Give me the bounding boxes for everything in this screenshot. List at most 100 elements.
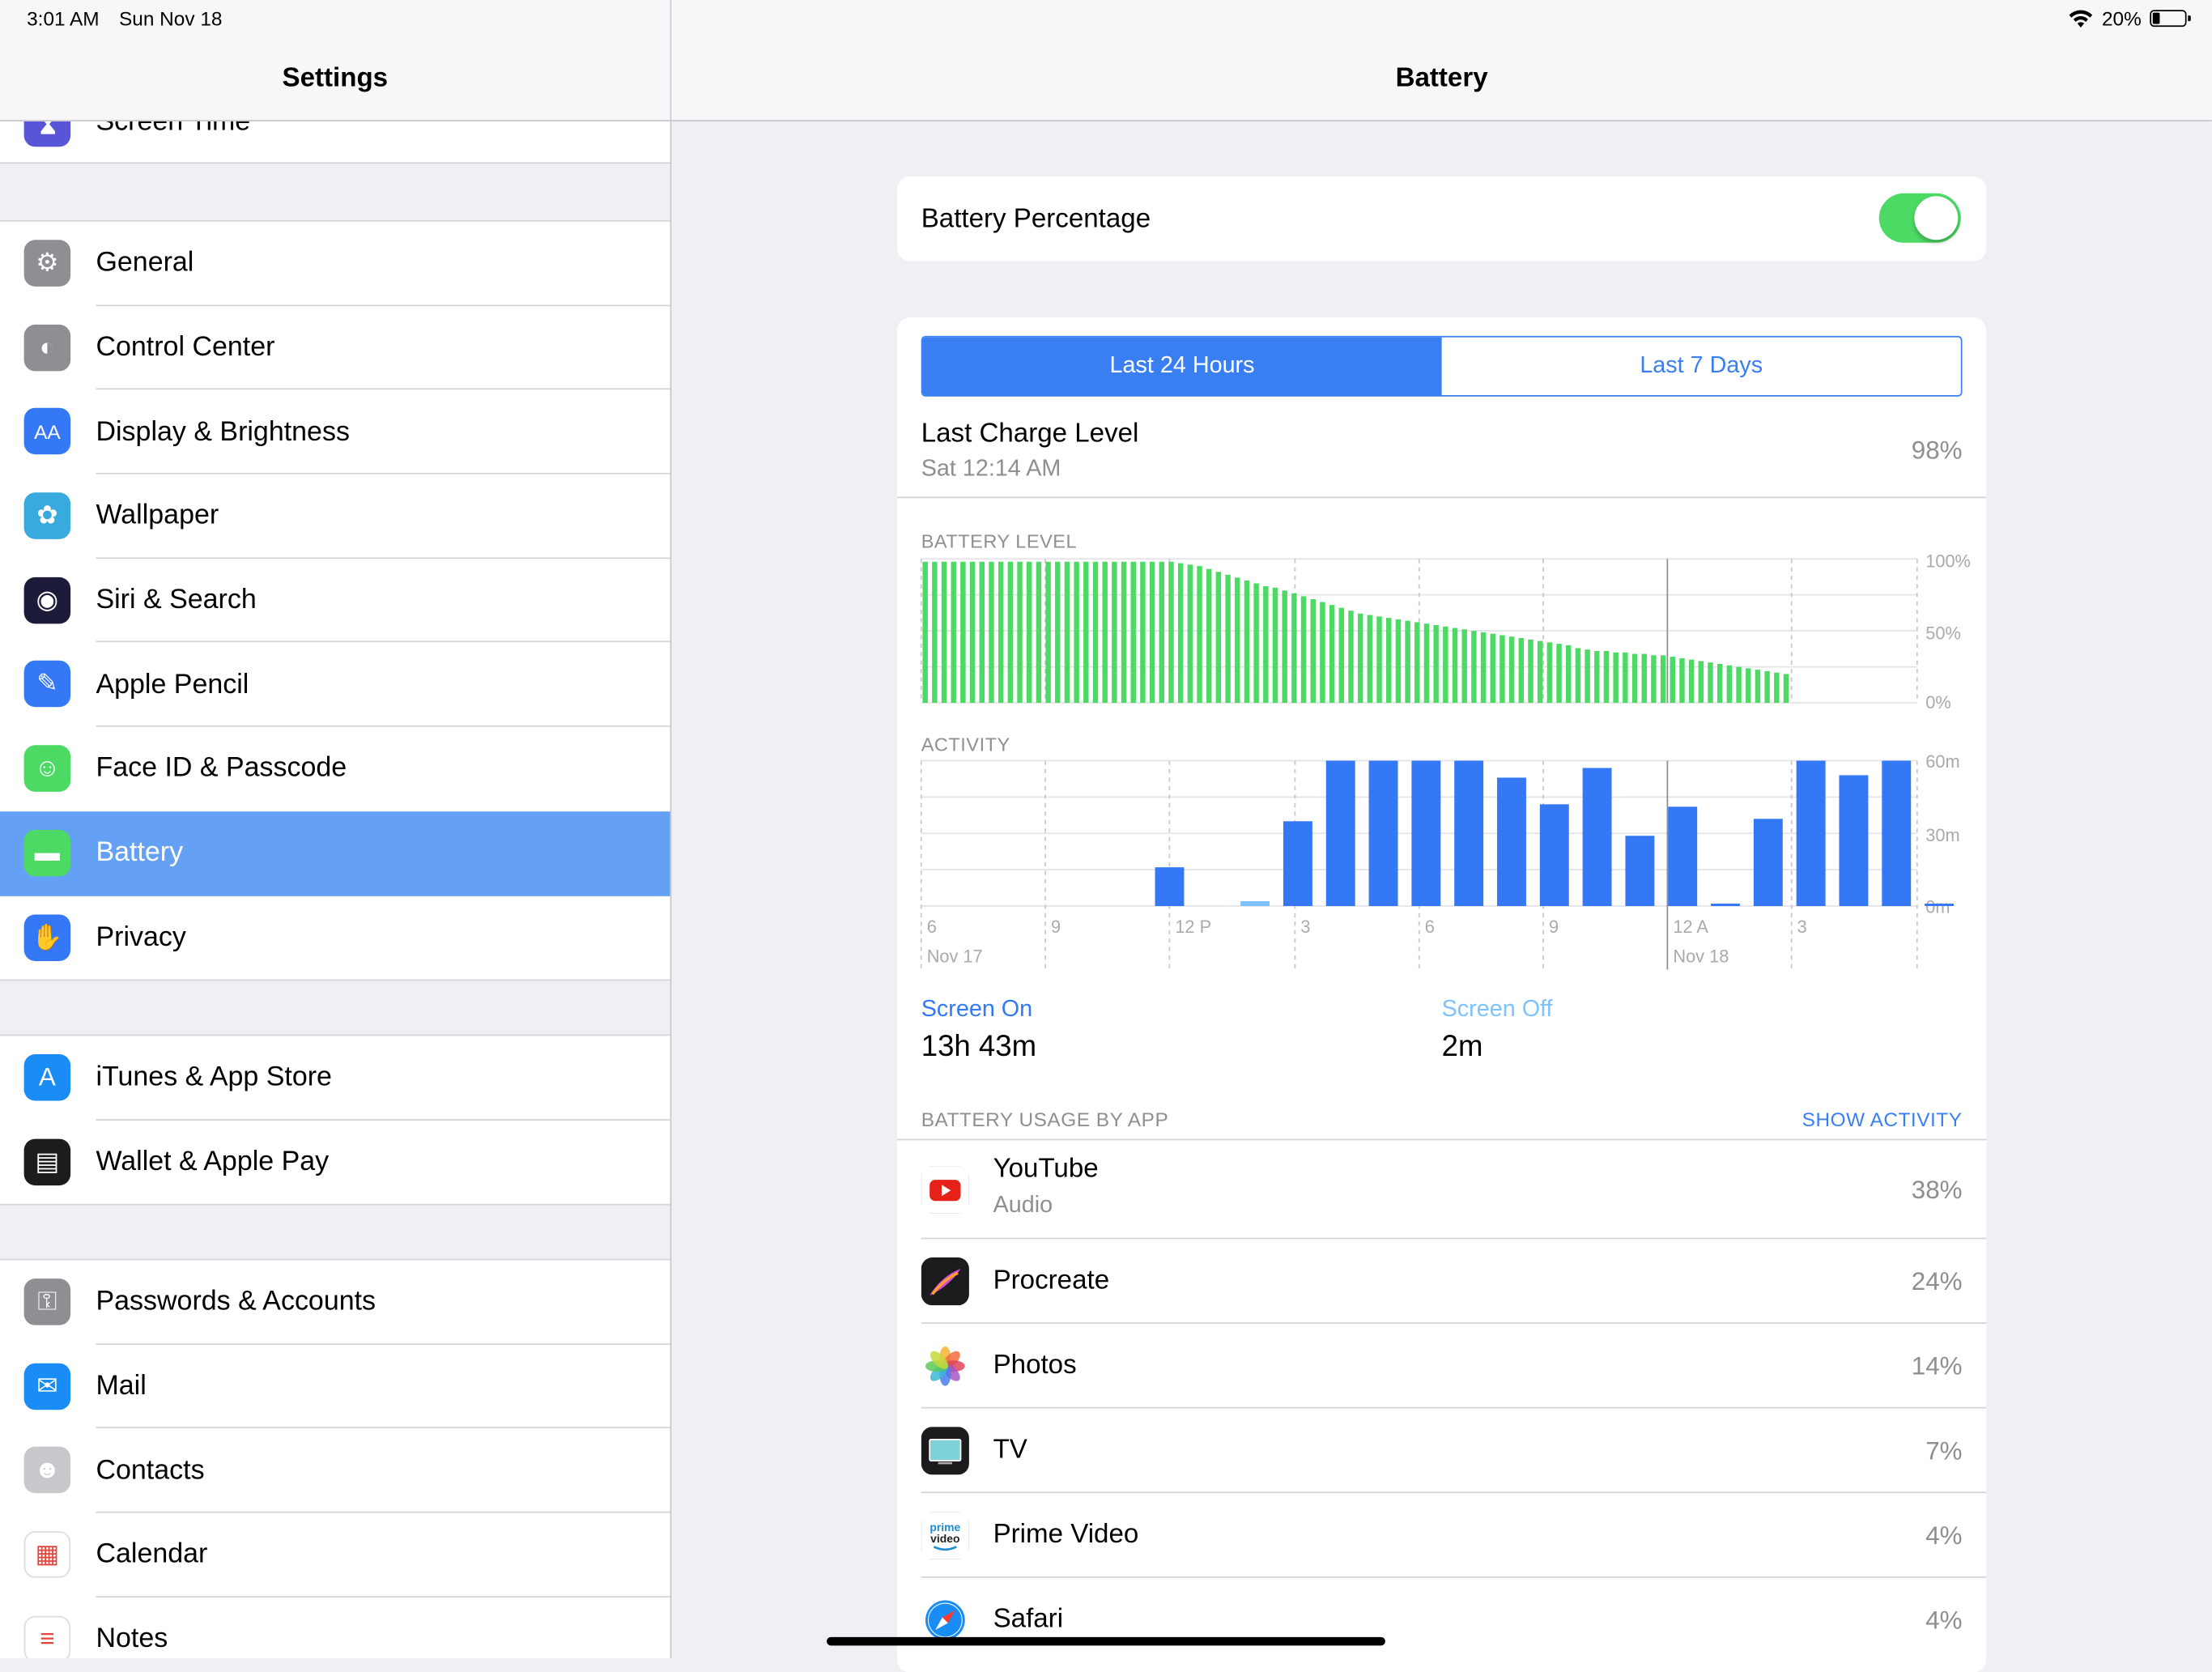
sidebar-item-label: Face ID & Passcode — [96, 752, 347, 785]
sidebar-item-passwords-accounts[interactable]: ⚿ Passwords & Accounts — [0, 1260, 670, 1345]
app-name: Photos — [993, 1351, 1077, 1381]
battery-level-bar — [1140, 561, 1146, 704]
battery-level-bar — [1036, 561, 1042, 704]
battery-level-bar — [1367, 615, 1373, 704]
status-date: Sun Nov 18 — [119, 6, 223, 30]
battery-level-bar — [1716, 664, 1723, 704]
battery-level-bar — [989, 561, 994, 704]
app-usage-percent: 24% — [1911, 1267, 1963, 1296]
battery-level-bar — [1774, 672, 1780, 704]
sidebar-item-label: iTunes & App Store — [96, 1061, 332, 1093]
battery-level-bar — [1423, 623, 1430, 704]
activity-caption: ACTIVITY — [921, 734, 1010, 755]
wallet-icon: ▤ — [23, 1138, 71, 1185]
activity-bar — [1454, 760, 1484, 907]
sidebar-item-mail[interactable]: ✉ Mail — [0, 1345, 670, 1429]
calendar-icon: ▦ — [23, 1531, 71, 1578]
y-tick-label: 60m — [1925, 751, 1959, 772]
sidebar-item-label: Calendar — [96, 1538, 208, 1570]
sidebar-item-contacts[interactable]: ☻ Contacts — [0, 1429, 670, 1513]
app-usage-row[interactable]: Procreate 24% — [897, 1239, 1987, 1324]
battery-level-bar — [1017, 561, 1023, 704]
app-usage-row[interactable]: Safari 4% — [897, 1578, 1986, 1663]
sidebar-item-battery[interactable]: ▬ Battery — [0, 810, 670, 896]
battery-level-bar — [1688, 659, 1695, 704]
x-tick-label: 12 A — [1673, 917, 1708, 937]
battery-level-bar — [1244, 580, 1250, 704]
battery-status-icon — [2150, 10, 2191, 28]
sidebar-item-privacy[interactable]: ✋ Privacy — [0, 896, 670, 980]
battery-level-bar — [1197, 566, 1202, 704]
youtube-icon — [921, 1165, 969, 1214]
battery-level-bar — [1726, 665, 1733, 704]
battery-level-bar — [1499, 635, 1505, 704]
battery-level-bar — [1092, 561, 1099, 704]
battery-level-bar — [1575, 648, 1581, 704]
battery-level-bar — [1764, 670, 1770, 704]
app-usage-row[interactable]: Photos 14% — [897, 1324, 1987, 1409]
tv-icon — [921, 1427, 969, 1475]
battery-level-bar — [1508, 636, 1515, 704]
app-usage-row[interactable]: YouTube Audio 38% — [897, 1140, 1987, 1240]
app-usage-row[interactable]: prime video Prime Video 4% — [897, 1493, 1987, 1578]
sidebar-item-display-brightness[interactable]: AA Display & Brightness — [0, 390, 670, 474]
app-usage-row[interactable]: TV 7% — [897, 1409, 1987, 1494]
battery-level-bar — [1480, 632, 1487, 704]
sidebar-item-wallet-apple-pay[interactable]: ▤ Wallet & Apple Pay — [0, 1120, 670, 1204]
battery-level-bar — [1225, 574, 1231, 704]
sidebar-item-notes[interactable]: ≡ Notes — [0, 1598, 670, 1659]
photos-icon — [921, 1342, 969, 1390]
sidebar-item-general[interactable]: ⚙ General — [0, 222, 670, 306]
sidebar-item-face-id-passcode[interactable]: ☺ Face ID & Passcode — [0, 727, 670, 811]
battery-level-bar — [1235, 577, 1240, 704]
sidebar-item-label: Battery — [96, 836, 184, 869]
battery-level-bar — [1452, 628, 1458, 704]
battery-level-bar — [1679, 657, 1685, 704]
battery-level-bar — [1121, 561, 1127, 704]
battery-level-bar — [998, 561, 1004, 704]
sidebar-group: AiTunes & App Store ▤ Wallet & Apple Pay — [0, 1034, 670, 1206]
battery-percentage-toggle[interactable] — [1878, 193, 1961, 243]
text-size-icon: AA — [23, 408, 71, 455]
show-activity-link[interactable]: SHOW ACTIVITY — [1802, 1108, 1963, 1130]
app-name: Safari — [993, 1604, 1064, 1635]
activity-bar — [1753, 819, 1783, 907]
app-name: YouTube — [993, 1154, 1099, 1185]
x-tick-label: 9 — [1549, 917, 1559, 937]
app-usage-percent: 38% — [1911, 1175, 1963, 1204]
activity-bar — [1283, 821, 1312, 907]
sidebar-item-calendar[interactable]: ▦ Calendar — [0, 1513, 670, 1598]
battery-level-bar — [1603, 651, 1610, 704]
battery-level-bar — [1007, 561, 1014, 704]
sidebar-item-wallpaper[interactable]: ✿ Wallpaper — [0, 474, 670, 559]
activity-bar-screen-off — [1240, 901, 1270, 907]
x-tick-date-label: Nov 18 — [1673, 947, 1729, 967]
battery-level-bar — [1102, 561, 1108, 704]
home-indicator[interactable] — [826, 1636, 1385, 1646]
sidebar-item-apple-pencil[interactable]: ✎ Apple Pencil — [0, 643, 670, 727]
toggle-knob — [1914, 196, 1959, 240]
sidebar-item-control-center[interactable]: ◐ Control Center — [0, 306, 670, 390]
y-tick-label: 100% — [1925, 551, 1971, 572]
x-tick-label: 6 — [1425, 917, 1435, 937]
battery-level-bar — [1300, 596, 1307, 704]
sidebar-item-siri-search[interactable]: ◉ Siri & Search — [0, 559, 670, 643]
sidebar-item-label: Mail — [96, 1370, 147, 1402]
battery-level-bar — [941, 561, 947, 704]
sidebar-item-itunes-app-store[interactable]: AiTunes & App Store — [0, 1036, 670, 1121]
siri-icon: ◉ — [23, 576, 71, 623]
app-usage-percent: 14% — [1911, 1351, 1963, 1381]
battery-level-bar — [1471, 631, 1477, 704]
battery-usage-card: Last 24 Hours Last 7 Days Last Charge Le… — [897, 317, 1987, 1672]
activity-bar — [1411, 760, 1441, 907]
battery-level-bar — [1206, 568, 1212, 704]
activity-bar — [1368, 760, 1398, 907]
x-tick-label: 6 — [927, 917, 937, 937]
screen-off-value: 2m — [1441, 1030, 1483, 1063]
battery-level-bar — [1168, 561, 1174, 704]
battery-level-bar — [951, 561, 956, 704]
battery-level-bar — [1641, 653, 1647, 704]
battery-level-bar — [1291, 593, 1297, 704]
main-header: Battery — [671, 0, 2212, 121]
battery-level-bar — [1518, 638, 1525, 704]
